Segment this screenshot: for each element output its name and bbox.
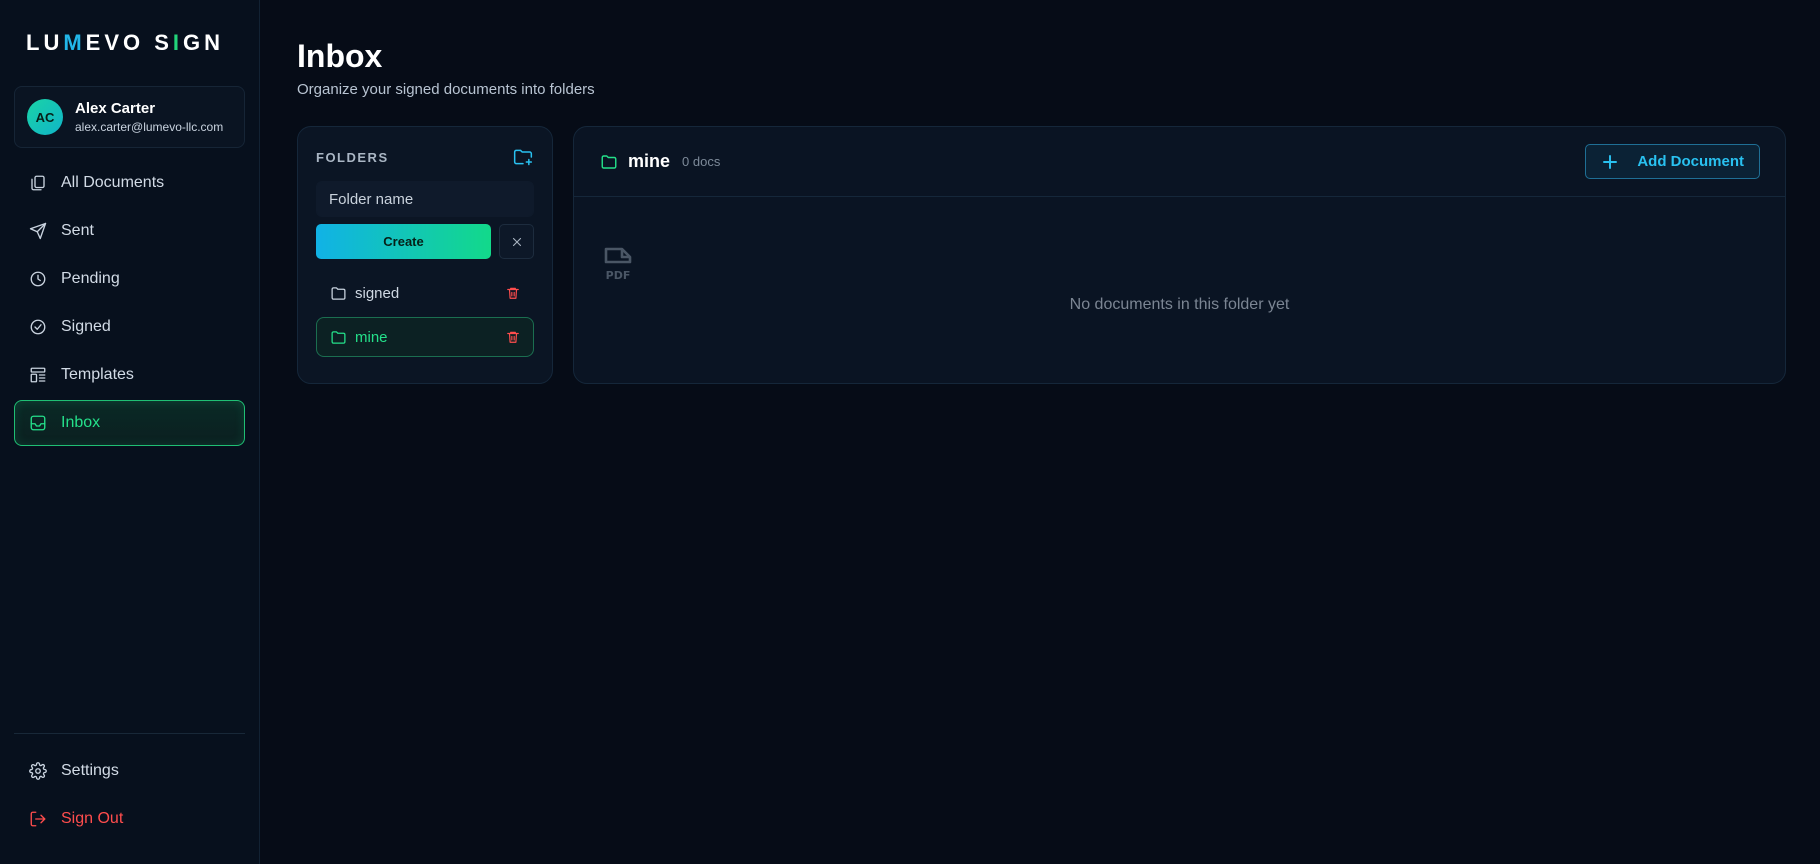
- sidebar: LU M EVO S I GN AC Alex Carter alex.carter@l…: [0, 0, 260, 864]
- add-document-button[interactable]: Add Document: [1585, 144, 1760, 179]
- user-info: Alex Carter alex.carter@lumevo-llc.com: [75, 100, 223, 134]
- logo-accent-1: M: [63, 30, 86, 55]
- close-icon: [512, 237, 521, 246]
- nav-label: Sent: [61, 222, 94, 239]
- folder-plus-icon: [513, 149, 533, 166]
- sidebar-divider: [14, 733, 245, 734]
- nav-label: Settings: [61, 762, 119, 779]
- logo-accent-2: I: [172, 30, 184, 55]
- content-row: FOLDERS Create signed: [297, 126, 1786, 384]
- create-row: Create: [316, 224, 534, 259]
- nav-label: All Documents: [61, 174, 165, 191]
- folders-header: FOLDERS: [316, 145, 534, 169]
- app-root: LU M EVO S I GN AC Alex Carter alex.carter@l…: [0, 0, 1820, 864]
- nav-label: Templates: [61, 366, 134, 383]
- folder-name-input[interactable]: [316, 181, 534, 217]
- user-email: alex.carter@lumevo-llc.com: [75, 120, 224, 134]
- nav-item-settings[interactable]: Settings: [14, 748, 245, 794]
- folders-panel: FOLDERS Create signed: [297, 126, 553, 384]
- send-icon: [29, 222, 47, 240]
- documents-icon: [31, 175, 45, 191]
- check-circle-icon: [30, 319, 46, 335]
- inbox-icon: [30, 415, 46, 431]
- logo-text-3: GN: [183, 30, 225, 55]
- trash-icon[interactable]: [506, 286, 520, 300]
- logo-text-2: EVO S: [85, 30, 173, 55]
- template-icon: [30, 367, 46, 383]
- user-card[interactable]: AC Alex Carter alex.carter@lumevo-llc.co…: [14, 86, 245, 148]
- trash-icon[interactable]: [506, 330, 520, 344]
- folder-list: signed mine: [316, 273, 534, 357]
- plus-icon: [1603, 154, 1618, 169]
- nav-label: Inbox: [61, 414, 101, 431]
- document-count: 0 docs: [682, 154, 721, 169]
- documents-header: mine 0 docs Add Document: [574, 127, 1785, 197]
- nav-label: Sign Out: [61, 810, 124, 827]
- page-title: Inbox: [297, 38, 383, 74]
- avatar: AC: [27, 99, 63, 135]
- add-document-label: Add Document: [1637, 153, 1744, 170]
- documents-body: PDF No documents in this folder yet: [574, 197, 1785, 383]
- folder-icon: [331, 286, 346, 300]
- clock-icon: [30, 271, 46, 287]
- folders-label: FOLDERS: [316, 149, 389, 165]
- folder-name: mine: [355, 328, 388, 346]
- nav-label: Pending: [61, 270, 120, 287]
- page-subtitle: Organize your signed documents into fold…: [297, 81, 595, 98]
- pdf-file-icon: PDF: [604, 247, 632, 282]
- nav-item-templates[interactable]: Templates: [14, 352, 245, 398]
- folder-name: signed: [355, 284, 400, 302]
- nav-item-inbox[interactable]: Inbox: [14, 400, 245, 446]
- user-name: Alex Carter: [75, 100, 156, 117]
- nav-item-all-documents[interactable]: All Documents: [14, 160, 245, 206]
- svg-text:PDF: PDF: [606, 269, 631, 282]
- nav-label: Signed: [61, 318, 111, 335]
- nav-item-sign-out[interactable]: Sign Out: [14, 796, 245, 842]
- folder-icon: [331, 330, 346, 344]
- folder-item-signed[interactable]: signed: [316, 273, 534, 313]
- brand-logo[interactable]: LU M EVO S I GN: [14, 0, 245, 86]
- new-folder-button[interactable]: [512, 146, 534, 168]
- logo-text-1: LU: [26, 30, 64, 55]
- main-content: Inbox Organize your signed documents int…: [260, 0, 1820, 864]
- nav-item-sent[interactable]: Sent: [14, 208, 245, 254]
- gear-icon: [29, 762, 47, 780]
- empty-state-text: No documents in this folder yet: [1069, 296, 1290, 313]
- cancel-folder-button[interactable]: [499, 224, 534, 259]
- sign-out-icon: [30, 811, 46, 827]
- nav-item-pending[interactable]: Pending: [14, 256, 245, 302]
- folder-icon: [601, 154, 617, 169]
- create-folder-button[interactable]: Create: [316, 224, 491, 259]
- current-folder-name: mine: [628, 151, 671, 171]
- documents-panel: mine 0 docs Add Document PDF No document…: [573, 126, 1786, 384]
- folder-item-mine[interactable]: mine: [316, 317, 534, 357]
- nav-item-signed[interactable]: Signed: [14, 304, 245, 350]
